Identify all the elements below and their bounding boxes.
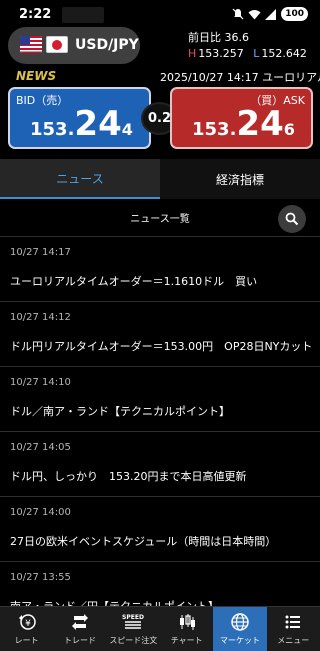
bid-price: 153.244 <box>30 104 133 144</box>
high-label: H <box>188 47 197 60</box>
svg-text:¥: ¥ <box>25 619 31 629</box>
bottom-navigation: ¥ レート トレード SPEED スピード注文 チャート マーケット メニュー <box>0 606 320 651</box>
search-button[interactable] <box>278 205 306 233</box>
bid-button[interactable]: BID（売） 153.244 <box>8 87 151 149</box>
trade-icon <box>71 614 88 630</box>
nav-menu[interactable]: メニュー <box>267 607 320 651</box>
news-time: 10/27 14:10 <box>10 377 71 388</box>
nav-chart[interactable]: チャート <box>160 607 213 651</box>
news-headline: ドル／南ア・ランド【テクニカルポイント】 <box>10 405 230 418</box>
bid-price-big: 24 <box>74 104 122 144</box>
tab-news[interactable]: ニュース <box>0 159 160 199</box>
list-item[interactable]: 10/27 14:17 ユーロリアルタイムオーダー＝1.1610ドル 買い <box>0 236 320 301</box>
change-value: 36.6 <box>224 31 250 44</box>
bid-price-main: 153. <box>30 119 75 140</box>
ask-button[interactable]: （買）ASK 153.246 <box>170 87 313 149</box>
mute-icon <box>232 8 244 20</box>
list-item[interactable]: 10/27 14:12 ドル円リアルタイムオーダー＝153.00円 OP28日N… <box>0 301 320 366</box>
status-icons: 100 <box>232 7 308 21</box>
wifi-icon <box>248 9 261 19</box>
nav-label: マーケット <box>219 636 260 645</box>
high-value: 153.257 <box>198 47 244 60</box>
list-item[interactable]: 10/27 14:10 ドル／南ア・ランド【テクニカルポイント】 <box>0 366 320 431</box>
list-item[interactable]: 10/27 14:05 ドル円、しっかり 153.20円まで本日高値更新 <box>0 431 320 496</box>
news-time: 10/27 14:17 <box>10 247 71 258</box>
nav-rate[interactable]: ¥ レート <box>0 607 53 651</box>
news-tag: NEWS <box>16 69 57 83</box>
signal-icon <box>265 8 277 20</box>
nav-label: メニュー <box>277 636 310 645</box>
ask-price: 153.246 <box>192 104 295 144</box>
low-value: 152.642 <box>261 47 307 60</box>
nav-label: チャート <box>170 636 203 645</box>
nav-speed-order[interactable]: SPEED スピード注文 <box>107 607 160 651</box>
news-time: 10/27 14:00 <box>10 507 71 518</box>
nav-trade[interactable]: トレード <box>53 607 106 651</box>
news-ticker[interactable]: 2025/10/27 14:17 ユーロリアル <box>160 69 320 85</box>
tab-economic-indicators[interactable]: 経済指標 <box>160 159 320 199</box>
news-time: 10/27 13:55 <box>10 572 71 583</box>
rate-icon: ¥ <box>18 614 36 630</box>
list-item[interactable]: 10/27 14:00 27日の欧米イベントスケジュール（時間は日本時間） <box>0 496 320 561</box>
news-list: 10/27 14:17 ユーロリアルタイムオーダー＝1.1610ドル 買い 10… <box>0 236 320 626</box>
status-time: 2:22 <box>19 7 52 22</box>
previous-day-stats: 前日比 36.6 H 153.257 L 152.642 <box>188 30 307 60</box>
news-headline: 27日の欧米イベントスケジュール（時間は日本時間） <box>10 535 277 548</box>
us-flag-icon <box>20 36 42 53</box>
ask-price-big: 24 <box>236 104 284 144</box>
status-bar: 2:22 100 <box>0 0 320 30</box>
low-label: L <box>253 47 260 60</box>
bid-price-small: 4 <box>121 120 133 139</box>
news-headline: ユーロリアルタイムオーダー＝1.1610ドル 買い <box>10 275 258 288</box>
news-time: 10/27 14:12 <box>10 312 71 323</box>
menu-icon <box>285 615 301 629</box>
news-headline: ドル円、しっかり 153.20円まで本日高値更新 <box>10 470 247 483</box>
change-label: 前日比 <box>188 31 221 44</box>
ask-price-main: 153. <box>192 119 237 140</box>
pair-name: USD/JPY <box>75 37 139 53</box>
nav-market[interactable]: マーケット <box>213 607 267 651</box>
japan-flag-icon <box>46 36 68 53</box>
news-headline: ドル円リアルタイムオーダー＝153.00円 OP28日NYカット <box>10 340 313 353</box>
currency-pair-selector[interactable]: USD/JPY <box>8 27 140 64</box>
redacted-status-area <box>62 7 104 23</box>
tab-bar: ニュース 経済指標 <box>0 159 320 199</box>
nav-label: スピード注文 <box>109 636 158 645</box>
battery-indicator: 100 <box>281 7 308 21</box>
search-icon <box>285 212 299 226</box>
speed-order-icon: SPEED <box>122 614 144 629</box>
news-time: 10/27 14:05 <box>10 442 71 453</box>
ask-price-small: 6 <box>283 120 295 139</box>
nav-label: レート <box>14 636 39 645</box>
nav-label: トレード <box>63 636 96 645</box>
globe-icon <box>231 613 249 631</box>
chart-icon <box>179 614 195 630</box>
news-list-title: ニュース一覧 <box>130 214 190 225</box>
svg-text:SPEED: SPEED <box>122 614 144 621</box>
